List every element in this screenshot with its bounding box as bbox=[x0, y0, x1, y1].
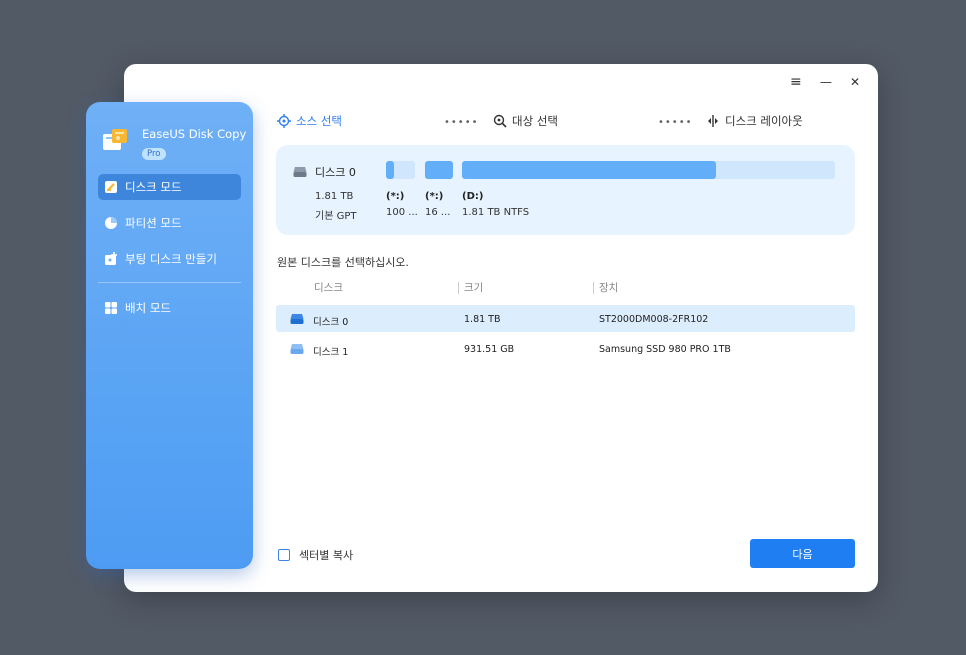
app-title: EaseUS Disk Copy bbox=[142, 127, 247, 141]
disk-name-cell: 디스크 0 bbox=[313, 317, 349, 328]
step-layout-label: 디스크 레이아웃 bbox=[725, 114, 803, 128]
partition-bar[interactable] bbox=[386, 161, 415, 179]
step-target-label: 대상 선택 bbox=[512, 114, 558, 128]
app-logo-icon bbox=[103, 129, 127, 150]
minimize-button[interactable]: — bbox=[820, 75, 832, 89]
disk-table-header: 디스크 크기 장치 bbox=[276, 280, 855, 296]
select-source-prompt: 원본 디스크를 선택하십시오. bbox=[277, 256, 409, 269]
column-divider bbox=[458, 282, 459, 294]
partition-letter: (*:) bbox=[425, 191, 444, 202]
sidebar-item-partition-mode[interactable]: 파티션 모드 bbox=[98, 210, 241, 236]
batch-grid-icon bbox=[104, 301, 118, 315]
sidebar-item-label: 부팅 디스크 만들기 bbox=[125, 252, 217, 266]
disk-partition-style: 기본 GPT bbox=[315, 211, 357, 222]
disk-name: 디스크 0 bbox=[315, 166, 356, 179]
partition-bar[interactable] bbox=[462, 161, 835, 179]
disk-device-cell: ST2000DM008-2FR102 bbox=[599, 314, 709, 325]
partition-usage-fill bbox=[462, 161, 716, 179]
disk-name-cell: 디스크 1 bbox=[313, 347, 349, 358]
column-header-size[interactable]: 크기 bbox=[464, 280, 483, 295]
step-wizard: 소스 선택 ••••• 대상 선택 ••••• 디스크 레이아웃 bbox=[277, 113, 857, 131]
hard-drive-icon bbox=[293, 167, 307, 177]
disk-mode-icon bbox=[104, 180, 118, 194]
sector-copy-label: 섹터별 복사 bbox=[299, 549, 354, 562]
search-target-icon bbox=[493, 114, 507, 128]
target-crosshair-icon bbox=[277, 114, 291, 128]
partition-info: 1.81 TB NTFS bbox=[462, 207, 530, 218]
sidebar-item-label: 디스크 모드 bbox=[125, 180, 182, 194]
disk-size: 1.81 TB bbox=[315, 191, 354, 202]
column-divider bbox=[593, 282, 594, 294]
step-dots: ••••• bbox=[444, 117, 479, 128]
menu-icon[interactable]: ≡ bbox=[790, 74, 802, 90]
sidebar-divider bbox=[98, 282, 241, 283]
partition-bar[interactable] bbox=[425, 161, 453, 179]
resize-arrows-icon bbox=[708, 115, 718, 127]
next-button[interactable]: 다음 bbox=[750, 539, 855, 568]
hard-drive-icon bbox=[290, 314, 304, 324]
partition-pie-icon bbox=[104, 216, 118, 230]
partition-letter: (D:) bbox=[462, 191, 484, 202]
step-source-label: 소스 선택 bbox=[296, 114, 342, 128]
table-row[interactable]: 디스크 1 931.51 GB Samsung SSD 980 PRO 1TB bbox=[276, 335, 855, 362]
step-layout[interactable]: 디스크 레이아웃 bbox=[706, 113, 803, 129]
step-dots: ••••• bbox=[658, 117, 693, 128]
close-button[interactable]: ✕ bbox=[850, 75, 860, 89]
sidebar-item-batch-mode[interactable]: 배치 모드 bbox=[98, 295, 241, 321]
partition-info: 16 ... bbox=[425, 207, 451, 218]
partition-usage-fill bbox=[425, 161, 453, 179]
pro-badge: Pro bbox=[142, 148, 166, 160]
brand: EaseUS Disk Copy Pro bbox=[102, 124, 246, 160]
sidebar-item-label: 배치 모드 bbox=[125, 301, 171, 315]
sector-copy-checkbox[interactable] bbox=[278, 549, 290, 561]
sector-copy-option[interactable]: 섹터별 복사 bbox=[278, 547, 353, 563]
column-header-disk[interactable]: 디스크 bbox=[314, 280, 343, 295]
disk-device-cell: Samsung SSD 980 PRO 1TB bbox=[599, 344, 731, 355]
column-header-device[interactable]: 장치 bbox=[599, 280, 618, 295]
hard-drive-icon bbox=[290, 344, 304, 354]
sidebar: EaseUS Disk Copy Pro 디스크 모드 파티션 모드 부팅 디스… bbox=[86, 102, 253, 569]
step-target[interactable]: 대상 선택 bbox=[493, 113, 558, 129]
bootable-disk-icon bbox=[104, 252, 118, 266]
step-source[interactable]: 소스 선택 bbox=[277, 113, 342, 129]
disk-size-cell: 931.51 GB bbox=[464, 344, 515, 355]
disk-size-cell: 1.81 TB bbox=[464, 314, 501, 325]
partition-info: 100 ... bbox=[386, 207, 418, 218]
sidebar-item-bootable-disk[interactable]: 부팅 디스크 만들기 bbox=[98, 246, 241, 272]
partition-usage-fill bbox=[386, 161, 395, 179]
disk-preview-panel: 디스크 0 1.81 TB 기본 GPT (*:) 100 ... (*:) 1… bbox=[276, 145, 855, 235]
table-row[interactable]: 디스크 0 1.81 TB ST2000DM008-2FR102 bbox=[276, 305, 855, 332]
sidebar-item-disk-mode[interactable]: 디스크 모드 bbox=[98, 174, 241, 200]
sidebar-item-label: 파티션 모드 bbox=[125, 216, 182, 230]
partition-letter: (*:) bbox=[386, 191, 405, 202]
sidebar-nav: 디스크 모드 파티션 모드 부팅 디스크 만들기 배치 모드 bbox=[98, 174, 241, 331]
